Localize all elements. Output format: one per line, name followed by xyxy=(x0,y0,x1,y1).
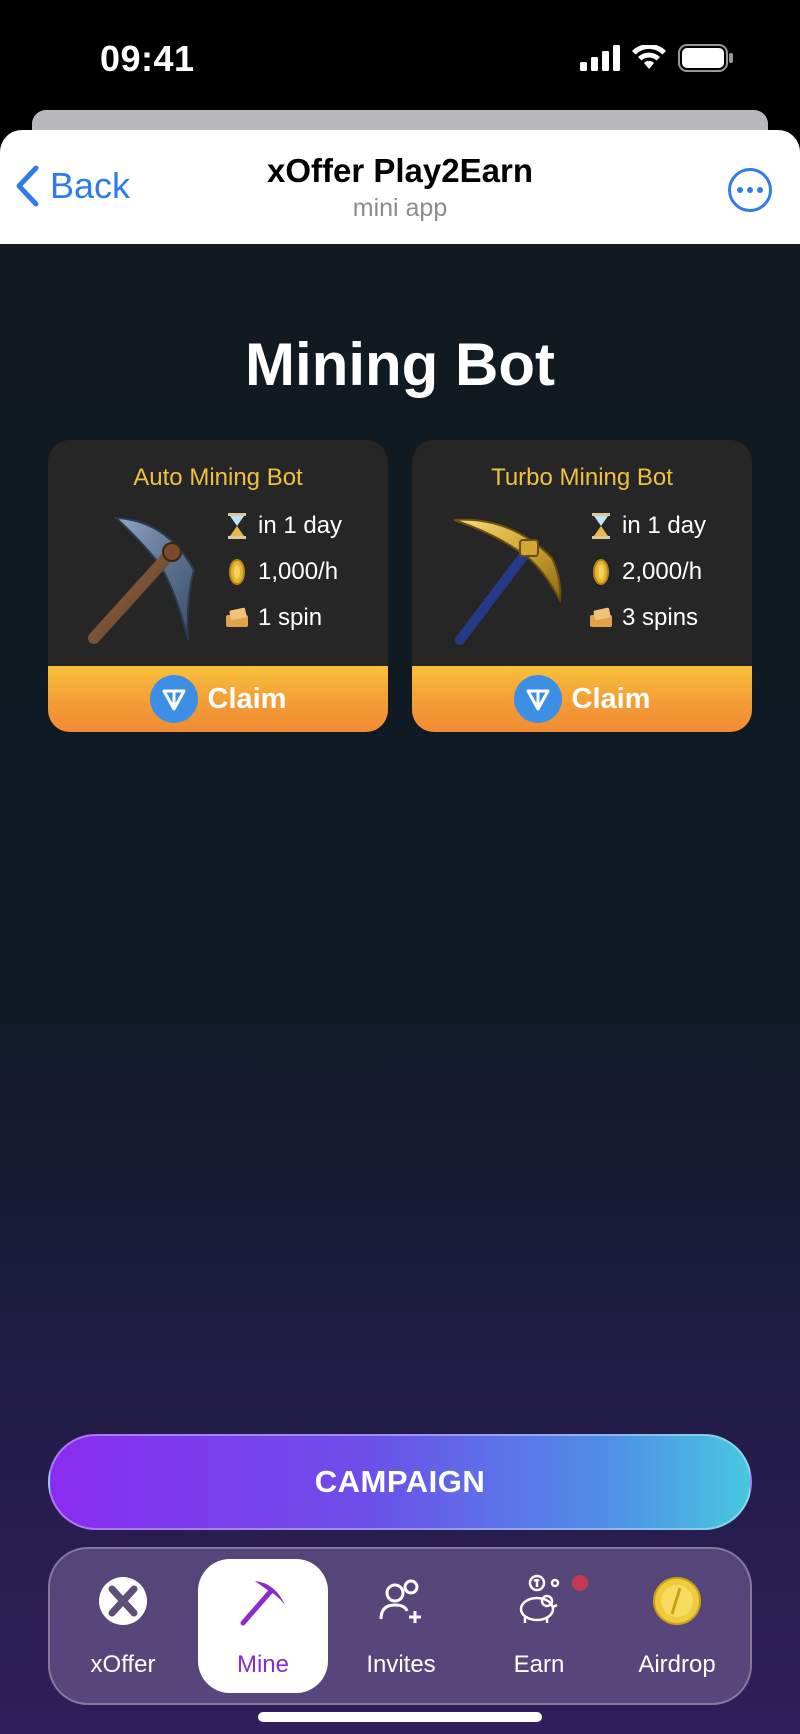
card-title: Turbo Mining Bot xyxy=(491,464,673,491)
bot-card-auto: Auto Mining Bot in 1 day 1,000/h 1 spin … xyxy=(48,440,388,732)
ticket-icon xyxy=(224,605,250,631)
add-user-icon xyxy=(373,1573,429,1629)
more-icon-dot xyxy=(747,187,753,193)
app-title: xOffer Play2Earn xyxy=(267,152,533,189)
pickaxe-icon xyxy=(235,1573,291,1629)
tab-mine[interactable]: Mine xyxy=(198,1559,328,1693)
spins-stat: 3 spins xyxy=(588,604,698,632)
coin-icon xyxy=(649,1573,705,1629)
mini-app-sheet: Back xOffer Play2Earn mini app Mining Bo… xyxy=(0,130,800,1734)
duration-stat: in 1 day xyxy=(224,512,342,540)
claim-label: Claim xyxy=(571,682,651,715)
duration-text: in 1 day xyxy=(258,512,343,539)
rate-stat: 2,000/h xyxy=(588,558,702,586)
rate-text: 2,000/h xyxy=(622,558,703,585)
hourglass-icon xyxy=(224,513,250,539)
duration-text: in 1 day xyxy=(622,512,707,539)
app-subtitle: mini app xyxy=(352,194,448,222)
spins-text: 1 spin xyxy=(258,604,323,631)
status-time: 09:41 xyxy=(100,38,195,79)
coin-icon xyxy=(588,559,614,585)
tab-airdrop[interactable]: Airdrop xyxy=(612,1559,742,1693)
campaign-button[interactable]: CAMPAIGN xyxy=(48,1434,752,1530)
spins-text: 3 spins xyxy=(622,604,699,631)
tab-label: Earn xyxy=(513,1651,565,1678)
tab-label: xOffer xyxy=(90,1651,156,1678)
card-title: Auto Mining Bot xyxy=(133,464,303,491)
tab-xoffer[interactable]: xOffer xyxy=(58,1559,188,1693)
nav-header: Back xOffer Play2Earn mini app xyxy=(0,130,800,244)
page-heading: Mining Bot xyxy=(245,331,555,398)
tab-label: Invites xyxy=(366,1651,436,1678)
rate-stat: 1,000/h xyxy=(224,558,338,586)
bot-card-turbo: Turbo Mining Bot in 1 day 2,000/h 3 spin… xyxy=(412,440,752,732)
tab-earn[interactable]: Earn xyxy=(474,1559,604,1693)
rate-text: 1,000/h xyxy=(258,558,339,585)
ton-icon xyxy=(513,675,562,723)
more-icon-dot xyxy=(737,187,743,193)
duration-stat: in 1 day xyxy=(588,512,706,540)
claim-button[interactable]: Claim xyxy=(412,666,752,732)
spins-stat: 1 spin xyxy=(224,604,322,632)
ton-icon xyxy=(149,675,198,723)
status-bar: 09:41 xyxy=(0,0,800,120)
steel-pickaxe-icon xyxy=(88,516,196,644)
coin-icon xyxy=(224,559,250,585)
notification-badge xyxy=(572,1575,588,1591)
more-icon-dot xyxy=(757,187,763,193)
tab-label: Mine xyxy=(236,1651,290,1678)
signal-icon xyxy=(580,45,620,71)
more-options-button[interactable] xyxy=(728,168,772,212)
home-indicator xyxy=(258,1712,542,1722)
battery-icon xyxy=(678,44,733,72)
tab-invites[interactable]: Invites xyxy=(336,1559,466,1693)
hourglass-icon xyxy=(588,513,614,539)
status-icons xyxy=(580,44,734,72)
bottom-tab-bar: xOffer Mine Invites Earn Airdrop xyxy=(48,1547,752,1705)
wifi-icon xyxy=(632,45,666,69)
tab-label: Airdrop xyxy=(638,1651,716,1678)
ticket-icon xyxy=(588,605,614,631)
gold-pickaxe-icon xyxy=(453,518,562,645)
xoffer-logo-icon xyxy=(95,1573,151,1629)
claim-label: Claim xyxy=(207,682,287,715)
claim-button[interactable]: Claim xyxy=(48,666,388,732)
piggy-bank-icon xyxy=(511,1573,567,1629)
